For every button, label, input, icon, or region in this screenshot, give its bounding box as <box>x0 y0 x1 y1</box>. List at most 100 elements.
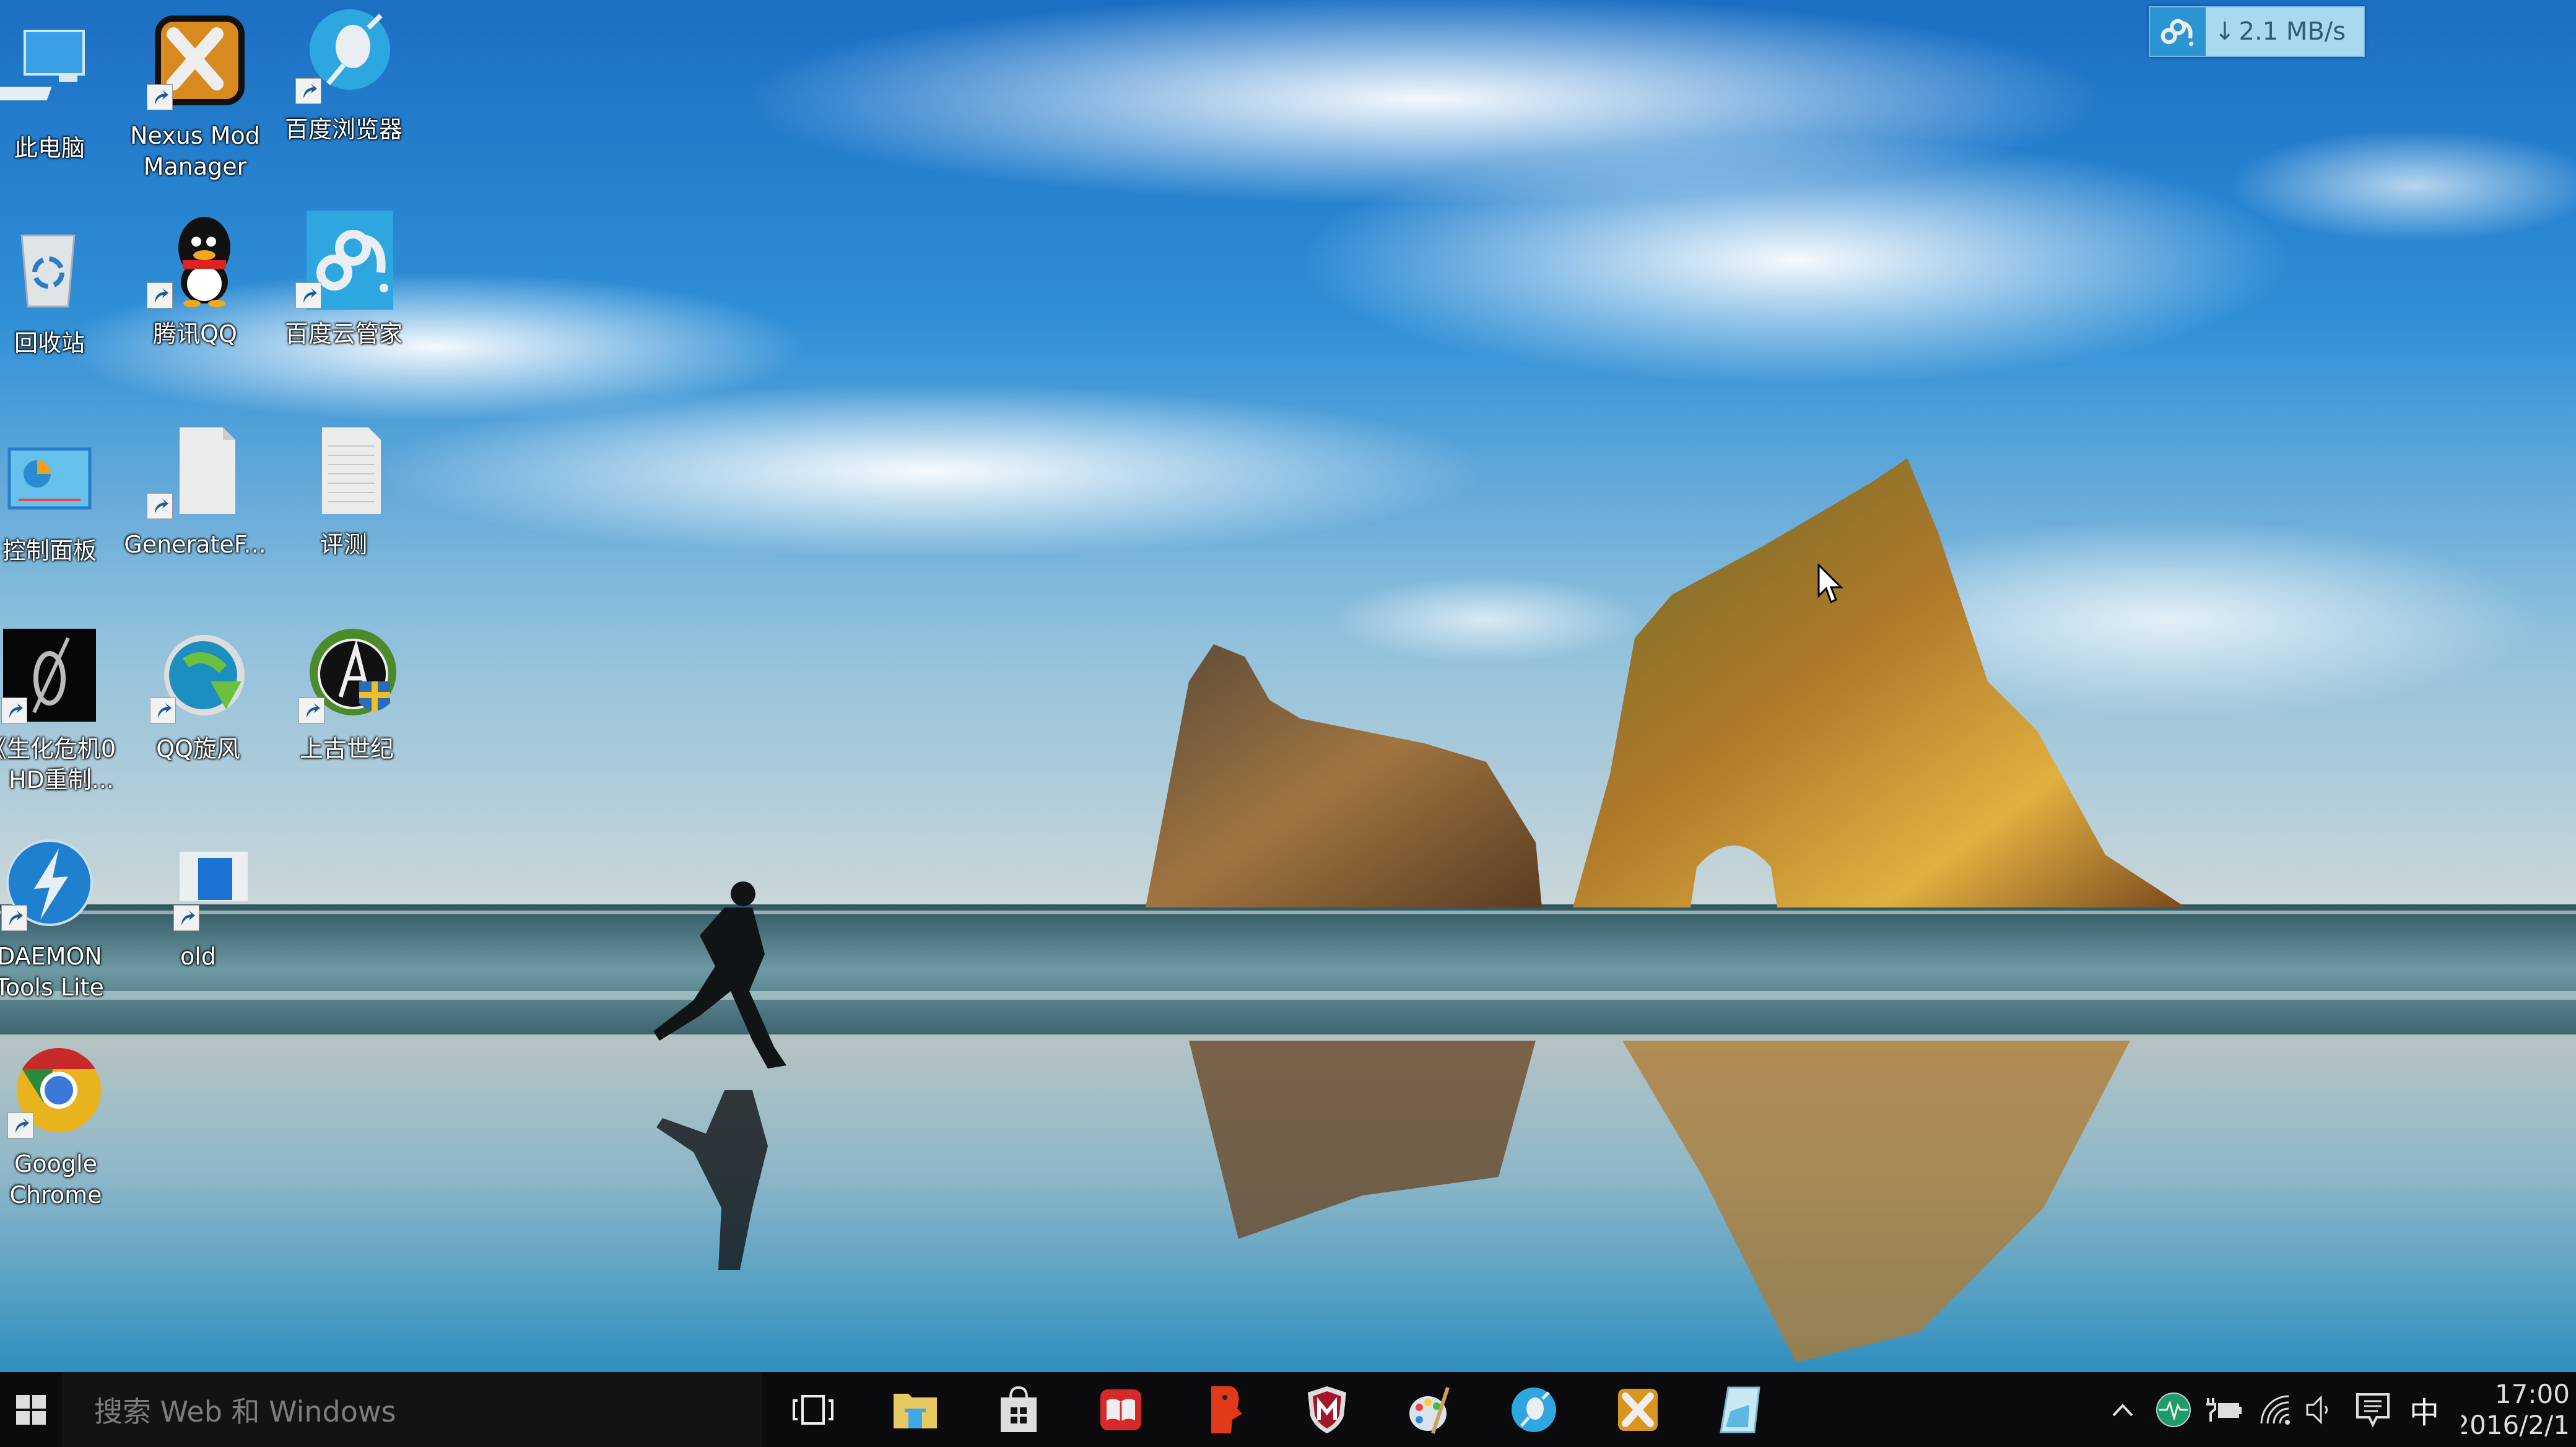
task-view-icon <box>793 1394 833 1425</box>
desktop-icon-qq-xuanfeng[interactable]: QQ旋风 <box>124 626 272 764</box>
desktop-icon-label: DAEMON Tools Lite <box>0 943 104 1001</box>
desktop-icon-archeage[interactable]: 上古世纪 <box>272 626 421 764</box>
nexus-mod-manager-icon <box>1618 1388 1658 1431</box>
desktop-icon-baidu-cloud[interactable]: 百度云管家 <box>269 211 418 349</box>
tray-network-monitor[interactable] <box>2154 1372 2193 1447</box>
desktop-icon-generatef[interactable]: GenerateF... <box>121 421 269 560</box>
desktop-icon-label: 百度云管家 <box>284 320 402 348</box>
desktop-icon-label: old <box>180 943 216 970</box>
mouse-cursor-icon <box>1817 564 1843 604</box>
desktop-icon-control-panel[interactable]: 控制面板 <box>0 427 124 566</box>
shortcut-arrow-icon <box>7 1113 33 1139</box>
mcafee-shield-icon <box>1308 1386 1346 1433</box>
desktop-icon-this-pc[interactable]: 此电脑 <box>0 25 124 164</box>
qq-penguin-icon <box>146 211 245 310</box>
desktop-icon-nexus-mod-manager[interactable]: Nexus Mod Manager <box>121 12 269 182</box>
text-document-icon <box>294 421 393 520</box>
taskbar-paint[interactable] <box>1393 1372 1468 1447</box>
desktop-icon-label: Google Chrome <box>9 1150 102 1209</box>
clock[interactable]: 17:00 2016/2/1 <box>2461 1372 2576 1447</box>
start-button[interactable] <box>0 1372 62 1447</box>
desktop-icon-daemon-tools[interactable]: DAEMON Tools Lite <box>0 833 124 1003</box>
tray-power[interactable] <box>2203 1372 2243 1447</box>
desktop-icon-recycle-bin[interactable]: 回收站 <box>0 220 124 359</box>
shortcut-arrow-icon <box>147 282 173 308</box>
resident-evil-0-icon <box>0 626 99 725</box>
network-speed-widget[interactable]: ↓ 2.1 MB/s <box>2149 6 2365 57</box>
taskbar-file-explorer[interactable] <box>878 1372 952 1447</box>
download-arrow-icon: ↓ <box>2214 17 2235 46</box>
shortcut-arrow-icon <box>295 282 321 308</box>
taskbar-mcafee[interactable] <box>1290 1372 1364 1447</box>
clock-time: 17:00 <box>2494 1378 2570 1409</box>
baidu-browser-icon <box>1512 1387 1556 1432</box>
desktop-icon-label: 控制面板 <box>2 537 97 564</box>
baidu-cloud-icon <box>294 211 393 310</box>
taskbar-red-app[interactable] <box>1188 1372 1262 1447</box>
daemon-tools-icon <box>0 833 99 932</box>
desktop-icon-label: 此电脑 <box>14 134 85 162</box>
battery-charging-icon <box>2206 1397 2242 1422</box>
shortcut-arrow-icon <box>295 78 321 104</box>
control-panel-icon <box>0 427 99 527</box>
nexus-mod-manager-icon <box>146 12 245 111</box>
input-method-indicator[interactable]: 中 <box>2403 1372 2446 1447</box>
book-icon <box>1100 1389 1141 1430</box>
red-mascot-icon <box>1211 1386 1242 1433</box>
desktop-icon-label: 腾讯QQ <box>153 320 237 348</box>
desktop-icon-label: 百度浏览器 <box>284 116 402 143</box>
taskbar-nexus-mod-manager[interactable] <box>1601 1372 1675 1447</box>
taskbar-windows-store[interactable] <box>981 1372 1056 1447</box>
shortcut-arrow-icon <box>1 697 27 724</box>
show-hidden-icons-button[interactable] <box>2105 1372 2140 1447</box>
desktop-icon-label: 回收站 <box>14 330 85 357</box>
baidu-browser-icon <box>294 6 393 105</box>
desktop-icon-label: 评测 <box>320 531 367 558</box>
recycle-bin-icon <box>0 220 99 319</box>
tray-wifi[interactable] <box>2255 1372 2295 1447</box>
windows-logo-icon <box>16 1394 46 1425</box>
folder-icon <box>894 1393 937 1428</box>
download-speed: 2.1 MB/s <box>2239 17 2346 46</box>
speaker-icon <box>2306 1394 2328 1425</box>
action-center-button[interactable] <box>2353 1372 2393 1447</box>
shortcut-arrow-icon <box>298 697 324 724</box>
search-placeholder: 搜索 Web 和 Windows <box>94 1394 396 1428</box>
desktop-icon-baidu-browser[interactable]: 百度浏览器 <box>269 6 418 145</box>
desktop-icon-label: 《生化危机0 ：HD重制... <box>0 735 116 793</box>
globe-monitor-icon <box>2156 1392 2191 1427</box>
wifi-icon <box>2260 1395 2290 1425</box>
task-view-button[interactable] <box>776 1372 850 1447</box>
shortcut-arrow-icon <box>173 905 199 931</box>
tablet-app-icon <box>1720 1386 1760 1433</box>
chrome-icon <box>6 1041 105 1140</box>
desktop-icon-resident-evil-0[interactable]: 《生化危机0 ：HD重制... <box>0 626 124 795</box>
desktop-icon-label: QQ旋风 <box>156 735 240 763</box>
taskbar: 搜索 Web 和 Windows 中 17:00 2016/2/1 <box>0 1372 2576 1447</box>
shortcut-arrow-icon <box>147 84 173 110</box>
clock-date: 2016/2/1 <box>2461 1409 2570 1440</box>
taskbar-baidu-browser[interactable] <box>1497 1372 1571 1447</box>
taskbar-reader[interactable] <box>1084 1372 1158 1447</box>
computer-icon <box>0 25 99 124</box>
chevron-up-icon <box>2112 1403 2133 1416</box>
shortcut-arrow-icon <box>1 905 27 931</box>
qq-xuanfeng-icon <box>149 626 248 725</box>
desktop-icon-qq[interactable]: 腾讯QQ <box>121 211 269 349</box>
paint-palette-icon <box>1409 1386 1450 1434</box>
store-bag-icon <box>1001 1386 1037 1432</box>
blank-file-icon <box>146 421 245 520</box>
document-thumbnail-icon <box>149 833 263 932</box>
tray-volume[interactable] <box>2301 1372 2336 1447</box>
archeage-icon <box>297 626 396 725</box>
taskbar-tablet-app[interactable] <box>1703 1372 1777 1447</box>
shortcut-arrow-icon <box>150 697 176 724</box>
desktop-icon-google-chrome[interactable]: Google Chrome <box>0 1041 130 1210</box>
desktop-icon-label: 上古世纪 <box>299 735 394 763</box>
shortcut-arrow-icon <box>147 493 173 519</box>
baidu-cloud-icon <box>2150 7 2206 56</box>
desktop-icon-old[interactable]: old <box>124 833 272 972</box>
search-box[interactable]: 搜索 Web 和 Windows <box>62 1372 762 1447</box>
desktop[interactable]: 此电脑 Nexus Mod Manager 百度浏览器 回收站 腾讯QQ 百度云… <box>0 0 2576 1372</box>
desktop-icon-review[interactable]: 评测 <box>269 421 418 560</box>
